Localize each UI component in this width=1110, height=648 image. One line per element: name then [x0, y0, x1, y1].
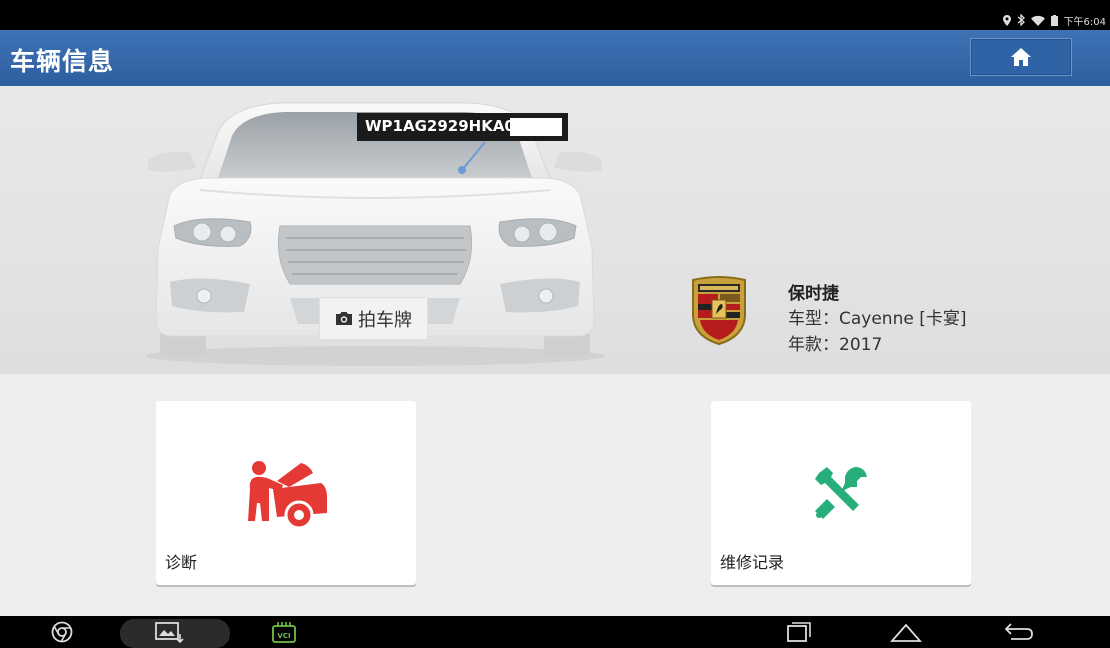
status-time: 下午6:04: [1063, 16, 1106, 28]
status-icons: 下午6:04: [1002, 13, 1106, 28]
function-area: 诊断 维修记录: [0, 374, 1110, 616]
chrome-button[interactable]: [48, 620, 76, 644]
vci-text: VCI: [277, 632, 290, 640]
vin-label: WP1AG2929HKA0: [357, 113, 568, 141]
home-icon: [1011, 48, 1031, 66]
camera-icon: [336, 312, 352, 325]
status-bar: 下午6:04: [0, 0, 1110, 30]
vin-text: WP1AG2929HKA0: [365, 117, 515, 135]
home-button[interactable]: [970, 38, 1072, 76]
repair-records-label: 维修记录: [720, 553, 785, 572]
vci-button[interactable]: VCI: [264, 620, 304, 644]
wifi-icon: [1030, 15, 1045, 26]
vehicle-hero: WP1AG2929HKA0 拍车牌 保时捷 车型：Cayenne [卡宴] 年款…: [0, 86, 1110, 374]
repair-records-card[interactable]: 维修记录: [711, 401, 971, 585]
recent-apps-button[interactable]: [776, 620, 820, 644]
back-icon: [1004, 623, 1033, 640]
page-title: 车辆信息: [10, 47, 115, 76]
card-icon-wrap: [796, 453, 886, 533]
chrome-icon: [51, 621, 73, 643]
diagnosis-card[interactable]: 诊断: [156, 401, 416, 585]
diagnosis-label: 诊断: [165, 553, 198, 572]
brand-name: 保时捷: [788, 284, 839, 304]
vehicle-model: 车型：Cayenne [卡宴]: [788, 309, 967, 329]
porsche-crest-logo: [692, 276, 746, 346]
recent-apps-icon: [787, 622, 811, 642]
card-icon-wrap: [241, 453, 331, 533]
location-icon: [1002, 14, 1011, 26]
app-bar: 车辆信息: [0, 30, 1110, 86]
mechanic-car-icon: [248, 461, 327, 529]
vin-mask: [510, 118, 562, 136]
screenshot-icon: [155, 622, 184, 644]
photo-plate-button[interactable]: 拍车牌: [319, 297, 428, 340]
photo-plate-label: 拍车牌: [358, 309, 412, 331]
vehicle-year: 年款：2017: [788, 335, 883, 355]
home-nav-icon: [890, 623, 922, 642]
home-nav-button[interactable]: [884, 620, 928, 644]
screenshot-button[interactable]: [152, 620, 186, 644]
vci-icon: VCI: [272, 622, 296, 643]
system-nav-bar: VCI: [0, 616, 1110, 648]
tools-icon: [815, 467, 867, 519]
bluetooth-icon: [1017, 14, 1025, 26]
battery-icon: [1050, 14, 1058, 26]
back-button[interactable]: [996, 620, 1040, 644]
